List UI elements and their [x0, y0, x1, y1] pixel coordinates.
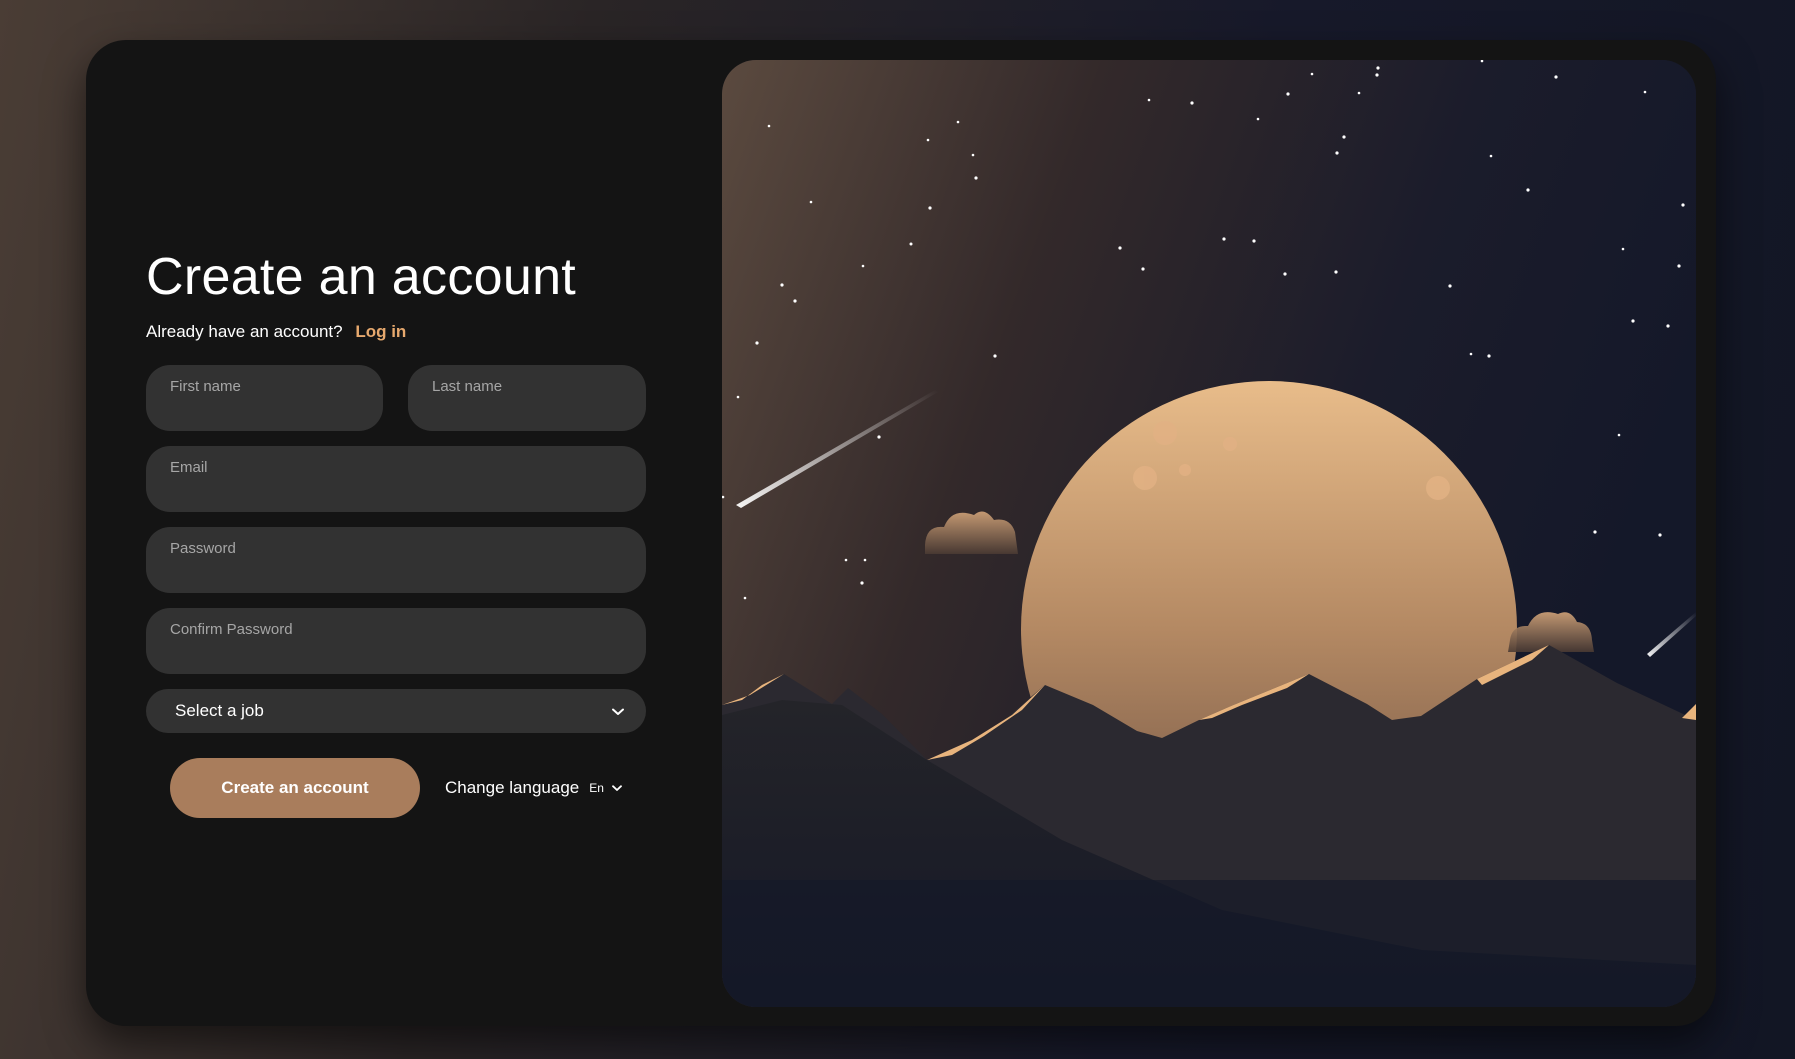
- first-name-input[interactable]: [170, 399, 359, 417]
- chevron-down-icon: [612, 703, 624, 719]
- password-field[interactable]: Password: [146, 527, 646, 593]
- signup-form: Create an account Already have an accoun…: [146, 40, 666, 1026]
- job-select[interactable]: Select a job: [146, 689, 646, 733]
- last-name-input[interactable]: [432, 399, 622, 417]
- password-input[interactable]: [170, 561, 622, 579]
- language-code: En: [589, 781, 604, 795]
- confirm-password-field[interactable]: Confirm Password: [146, 608, 646, 674]
- email-label: Email: [170, 459, 208, 476]
- login-prompt-text: Already have an account?: [146, 322, 343, 341]
- login-link[interactable]: Log in: [355, 322, 406, 341]
- confirm-password-input[interactable]: [170, 642, 622, 660]
- page-title: Create an account: [146, 248, 577, 306]
- first-name-label: First name: [170, 378, 241, 395]
- password-label: Password: [170, 540, 236, 557]
- ground-shadow: [722, 880, 1696, 1007]
- last-name-field[interactable]: Last name: [408, 365, 646, 431]
- moon-mountains-illustration: [722, 60, 1696, 1007]
- email-field[interactable]: Email: [146, 446, 646, 512]
- confirm-password-label: Confirm Password: [170, 621, 293, 638]
- create-account-button[interactable]: Create an account: [170, 758, 420, 818]
- login-prompt: Already have an account? Log in: [146, 322, 406, 342]
- change-language-label: Change language: [445, 778, 580, 797]
- first-name-field[interactable]: First name: [146, 365, 383, 431]
- last-name-label: Last name: [432, 378, 503, 395]
- illustration-canvas: [722, 60, 1696, 1007]
- change-language-button[interactable]: Change language En: [445, 778, 622, 798]
- chevron-down-icon: [612, 781, 622, 795]
- signup-card: Create an account Already have an accoun…: [86, 40, 1716, 1026]
- email-input[interactable]: [170, 480, 622, 498]
- job-select-value: Select a job: [175, 701, 264, 720]
